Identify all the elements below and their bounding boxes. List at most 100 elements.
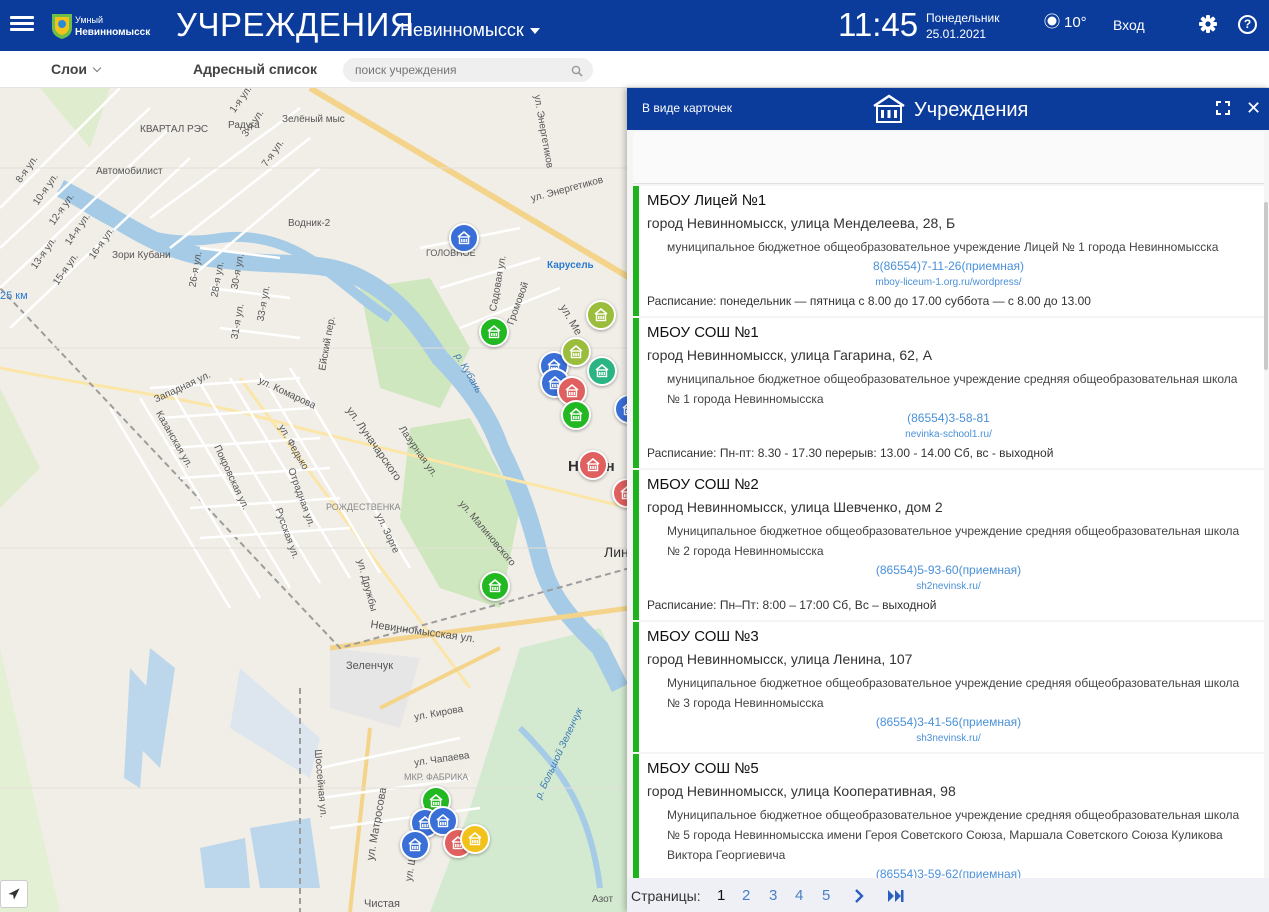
institution-card[interactable]: МБОУ СОШ №5 город Невинномысск, улица Ко… xyxy=(633,754,1264,878)
card-full-name: Муниципальное бюджетное общеобразователь… xyxy=(667,676,1240,710)
school-icon xyxy=(595,364,609,378)
school-icon xyxy=(569,408,583,422)
page-link[interactable]: 5 xyxy=(822,887,830,904)
panel-scrollbar[interactable] xyxy=(1264,202,1268,370)
expand-icon[interactable] xyxy=(1216,101,1230,115)
page-link[interactable]: 1 xyxy=(717,887,725,904)
institution-card[interactable]: МБОУ СОШ №1 город Невинномысск, улица Га… xyxy=(633,318,1264,468)
locate-arrow-icon[interactable] xyxy=(0,880,28,908)
weekday: Понедельник xyxy=(926,11,1000,25)
next-page-icon[interactable] xyxy=(853,889,865,903)
card-website[interactable]: mboy-liceum-1.org.ru/wordpress/ xyxy=(647,277,1250,288)
card-full-name: Муниципальное бюджетное общеобразователь… xyxy=(667,808,1240,862)
map-label: РОЖДЕСТВЕНКА xyxy=(326,502,401,512)
view-mode-toggle[interactable]: В виде карточек xyxy=(642,101,732,115)
school-icon xyxy=(457,231,471,245)
last-page-icon[interactable] xyxy=(887,889,905,903)
page-link[interactable]: 3 xyxy=(769,887,777,904)
map-label: Карусель xyxy=(547,260,594,271)
institutions-panel: В виде карточек Учреждения ✕ МБОУ Лицей … xyxy=(627,88,1269,912)
page-title: УЧРЕЖДЕНИЯ xyxy=(176,6,415,43)
map-label: Лин xyxy=(604,544,629,560)
institution-marker[interactable] xyxy=(449,223,479,253)
card-website[interactable]: nevinka-school1.ru/ xyxy=(647,429,1250,440)
card-address: город Невинномысск, улица Менделеева, 28… xyxy=(647,215,956,231)
login-button[interactable]: Вход xyxy=(1113,17,1145,33)
card-name: МБОУ СОШ №2 xyxy=(647,476,759,493)
card-phone[interactable]: (86554)3-41-56(приемная) xyxy=(647,715,1250,729)
card-schedule: Расписание: Пн-пт: 8.30 - 17.30 перерыв:… xyxy=(647,446,1054,460)
school-icon xyxy=(436,814,450,828)
layers-label: Слои xyxy=(51,61,87,77)
app-root: Умный Невинномысск УЧРЕЖДЕНИЯ Невинномыс… xyxy=(0,0,1269,912)
map-label: КВАРТАЛ РЭС xyxy=(140,124,209,135)
institution-marker[interactable] xyxy=(400,830,430,860)
card-address: город Невинномысск, улица Шевченко, дом … xyxy=(647,499,943,515)
search-icon[interactable] xyxy=(571,65,583,77)
building-icon xyxy=(873,94,905,123)
institution-marker[interactable] xyxy=(561,400,591,430)
sun-icon xyxy=(1047,16,1057,26)
institution-marker[interactable] xyxy=(561,337,591,367)
search-input[interactable] xyxy=(343,58,593,82)
layers-dropdown[interactable]: Слои xyxy=(51,61,102,77)
institution-marker[interactable] xyxy=(578,450,608,480)
school-icon xyxy=(408,838,422,852)
institution-card[interactable]: МБОУ СОШ №3 город Невинномысск, улица Ле… xyxy=(633,622,1264,752)
institution-marker[interactable] xyxy=(479,317,509,347)
card-phone[interactable]: 8(86554)7-11-26(приемная) xyxy=(647,259,1250,273)
card-website[interactable]: sh2nevinsk.ru/ xyxy=(647,581,1250,592)
school-icon xyxy=(569,345,583,359)
institution-marker[interactable] xyxy=(480,571,510,601)
page-link[interactable]: 4 xyxy=(795,887,803,904)
school-icon xyxy=(488,579,502,593)
date-box: Понедельник 25.01.2021 xyxy=(926,10,999,42)
temperature: 10° xyxy=(1064,14,1087,31)
institution-marker[interactable] xyxy=(586,300,616,330)
address-list-button[interactable]: Адресный список xyxy=(193,61,317,77)
toolbar: Слои Адресный список xyxy=(0,51,1269,88)
panel-header: В виде карточек Учреждения ✕ xyxy=(627,88,1269,130)
card-website[interactable]: sh3nevinsk.ru/ xyxy=(647,733,1250,744)
gear-icon[interactable] xyxy=(1198,14,1218,34)
page-link[interactable]: 2 xyxy=(742,887,750,904)
card-name: МБОУ СОШ №5 xyxy=(647,760,759,777)
logo-text: Умный Невинномысск xyxy=(75,14,150,39)
card-schedule: Расписание: понедельник — пятница с 8.00… xyxy=(647,294,1091,308)
map-label: 25 км xyxy=(0,290,28,302)
institution-card[interactable]: МБОУ Лицей №1 город Невинномысск, улица … xyxy=(633,186,1264,316)
map-label: Автомобилист xyxy=(96,166,163,177)
card-phone[interactable]: (86554)5-93-60(приемная) xyxy=(647,563,1250,577)
card-full-name: муниципальное бюджетное общеобразователь… xyxy=(667,372,1238,406)
city-logo-icon xyxy=(52,14,72,39)
school-icon xyxy=(565,384,579,398)
map-label: МКР. ФАБРИКА xyxy=(404,772,469,782)
logo-line1: Умный xyxy=(75,15,103,25)
institution-card[interactable]: МБОУ СОШ №2 город Невинномысск, улица Ше… xyxy=(633,470,1264,620)
school-icon xyxy=(586,458,600,472)
map-view[interactable]: КВАРТАЛ РЭС Радуга Зелёный мыс Автомобил… xyxy=(0,88,630,912)
card-schedule: Расписание: Пн–Пт: 8:00 – 17:00 Сб, Вс –… xyxy=(647,598,937,612)
pagination: Страницы: 1 2 3 4 5 xyxy=(627,878,1269,912)
clock-time: 11:45 xyxy=(838,6,919,43)
pager-label: Страницы: xyxy=(631,888,701,904)
help-icon[interactable]: ? xyxy=(1238,15,1257,34)
date: 25.01.2021 xyxy=(926,27,987,41)
card-phone[interactable]: (86554)3-59-62(приемная) xyxy=(647,867,1250,878)
caret-down-icon xyxy=(529,28,540,35)
card-name: МБОУ СОШ №3 xyxy=(647,628,759,645)
card-full-name: муниципальное бюджетное общеобразователь… xyxy=(667,240,1219,254)
hamburger-menu-icon[interactable] xyxy=(10,13,34,37)
map-label: Зори Кубани xyxy=(112,250,171,261)
panel-title: Учреждения xyxy=(914,99,1029,121)
close-icon[interactable]: ✕ xyxy=(1246,99,1261,117)
card-address: город Невинномысск, улица Ленина, 107 xyxy=(647,651,913,667)
card-phone[interactable]: (86554)3-58-81 xyxy=(647,411,1250,425)
city-selector[interactable]: Невинномысск xyxy=(400,20,540,41)
map-label: Чистая xyxy=(364,898,400,910)
city-name: Невинномысск xyxy=(400,20,524,40)
institution-marker[interactable] xyxy=(460,824,490,854)
school-icon xyxy=(487,325,501,339)
institutions-list: МБОУ Лицей №1 город Невинномысск, улица … xyxy=(633,186,1264,878)
institution-marker[interactable] xyxy=(587,356,617,386)
